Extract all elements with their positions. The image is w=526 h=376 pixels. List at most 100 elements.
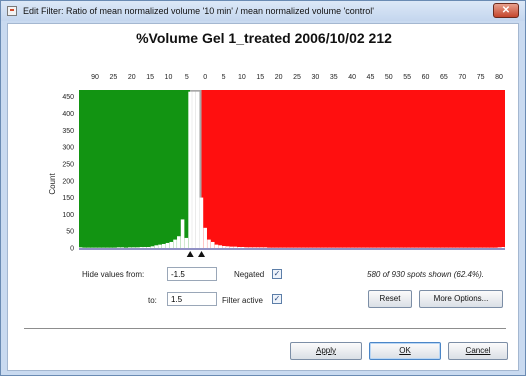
histogram-bar: [244, 247, 249, 248]
histogram-bar: [229, 246, 234, 248]
x-tick-label: 55: [403, 74, 411, 81]
histogram-bar: [210, 241, 215, 248]
y-tick-label: 150: [62, 195, 74, 202]
histogram-bar: [497, 247, 502, 248]
more-options-button[interactable]: More Options...: [419, 290, 503, 308]
histogram-bar: [195, 91, 200, 249]
to-label: to:: [148, 296, 157, 305]
cancel-button[interactable]: Cancel: [448, 342, 508, 360]
histogram-bar: [237, 246, 241, 248]
histogram-bar: [226, 246, 230, 248]
y-tick-label: 200: [62, 178, 74, 185]
x-tick-label: 15: [256, 74, 264, 81]
y-axis-label: Count: [48, 173, 57, 195]
histogram-bar: [207, 239, 211, 248]
x-tick-label: 25: [293, 74, 301, 81]
upper-threshold-handle[interactable]: [198, 251, 206, 257]
shown-range-high: [201, 90, 505, 248]
edit-filter-dialog: Edit Filter: Ratio of mean normalized vo…: [0, 0, 526, 376]
histogram-bar: [233, 246, 238, 248]
histogram-bar: [161, 243, 166, 248]
x-tick-label: 75: [477, 74, 485, 81]
y-tick-label: 400: [62, 111, 74, 118]
histogram-bar: [199, 197, 204, 248]
app-icon: [7, 6, 17, 16]
negated-label: Negated: [234, 270, 265, 279]
x-tick-label: 20: [128, 74, 136, 81]
y-tick-label: 0: [70, 246, 74, 253]
histogram-bar: [154, 245, 158, 248]
apply-button-label: Apply: [315, 346, 336, 355]
cancel-button-label: Cancel: [465, 346, 491, 355]
histogram-bar: [218, 245, 223, 248]
histogram-bar: [184, 237, 189, 248]
histogram-bar: [143, 246, 147, 248]
histogram-bar: [203, 227, 207, 248]
x-tick-label: 15: [146, 74, 154, 81]
histogram-bar: [139, 246, 143, 248]
x-tick-label: 60: [422, 74, 430, 81]
histogram-bar: [214, 244, 219, 248]
ok-button-label: OK: [399, 346, 411, 355]
x-tick-label: 10: [165, 74, 173, 81]
y-tick-label: 50: [66, 229, 74, 236]
x-tick-label: 70: [458, 74, 466, 81]
x-tick-label: 25: [109, 74, 117, 81]
x-tick-label: 5: [222, 74, 226, 81]
y-tick-label: 450: [62, 94, 74, 101]
histogram-bar: [222, 245, 226, 248]
window-title: Edit Filter: Ratio of mean normalized vo…: [23, 6, 375, 16]
lower-threshold-handle[interactable]: [186, 251, 194, 257]
x-tick-label: 45: [367, 74, 375, 81]
x-tick-label: 0: [203, 74, 207, 81]
histogram-bar: [252, 247, 256, 248]
y-tick-label: 100: [62, 212, 74, 219]
reset-button[interactable]: Reset: [368, 290, 412, 308]
histogram-bar: [180, 219, 185, 248]
x-tick-label: 20: [275, 74, 283, 81]
x-tick-label: 50: [385, 74, 393, 81]
x-tick-label: 5: [185, 74, 189, 81]
y-tick-label: 350: [62, 128, 74, 135]
y-tick-label: 250: [62, 161, 74, 168]
to-input[interactable]: 1.5: [167, 292, 217, 306]
histogram-bar: [120, 247, 125, 248]
x-tick-label: 30: [311, 74, 319, 81]
histogram-bar: [135, 247, 140, 248]
dialog-body: %Volume Gel 1_treated 2006/10/02 212 0 50…: [7, 23, 519, 371]
histogram-bar: [150, 246, 155, 248]
hide-from-input[interactable]: -1.5: [167, 267, 217, 281]
x-tick-label: 40: [348, 74, 356, 81]
histogram-bar: [259, 247, 264, 248]
x-tick-label: 65: [440, 74, 448, 81]
y-tick-label: 300: [62, 145, 74, 152]
negated-checkbox[interactable]: ✓: [272, 269, 282, 279]
ok-button[interactable]: OK: [369, 342, 441, 360]
close-button[interactable]: ✕: [493, 3, 519, 18]
histogram-bar: [146, 246, 151, 248]
shown-range-low: [79, 90, 191, 248]
hide-from-label: Hide values from:: [82, 270, 145, 279]
histogram-bar: [116, 247, 121, 248]
histogram-bar: [192, 91, 196, 249]
apply-button[interactable]: Apply: [290, 342, 362, 360]
histogram-bar: [263, 247, 268, 248]
x-tick-label: 90: [91, 74, 99, 81]
histogram-bar: [128, 247, 132, 248]
histogram-bar: [501, 246, 505, 248]
histogram-bar: [241, 246, 245, 248]
separator: [24, 328, 506, 329]
histogram-chart: 05010015020025030035040045090 25 20 15 10 5 0 5…: [48, 74, 505, 257]
title-bar[interactable]: Edit Filter: Ratio of mean normalized vo…: [1, 1, 525, 21]
histogram-bar: [79, 247, 83, 248]
histogram-bar: [177, 236, 181, 248]
histogram-bar: [188, 91, 192, 249]
filter-active-checkbox[interactable]: ✓: [272, 294, 282, 304]
filter-active-label: Filter active: [222, 296, 263, 305]
histogram-bar: [256, 247, 260, 248]
histogram-bar: [169, 241, 174, 248]
histogram-bar: [248, 247, 253, 248]
x-tick-label: 80: [495, 74, 503, 81]
histogram-bar: [131, 247, 136, 248]
x-tick-label: 10: [238, 74, 246, 81]
